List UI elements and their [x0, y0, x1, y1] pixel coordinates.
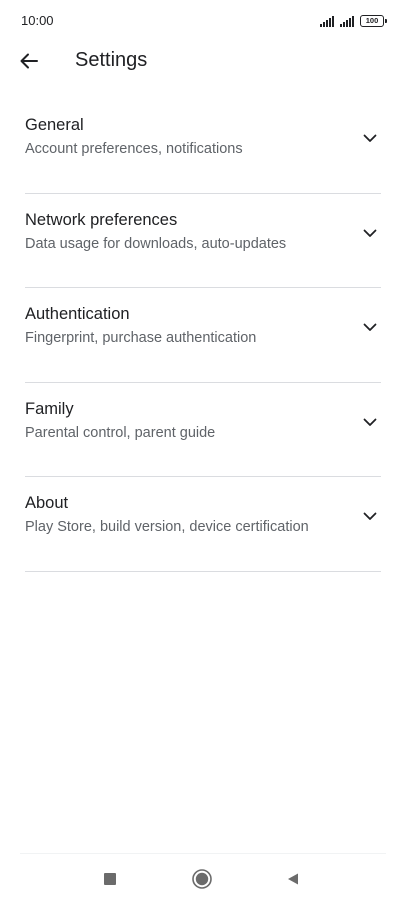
battery-icon: 100 [360, 15, 387, 27]
settings-item-authentication[interactable]: Authentication Fingerprint, purchase aut… [25, 288, 381, 383]
status-bar: 10:00 100 [0, 0, 406, 40]
settings-item-title: Authentication [25, 305, 130, 323]
arrow-left-icon [20, 53, 38, 69]
settings-item-title: Family [25, 399, 74, 418]
page-title: Settings [75, 49, 148, 71]
home-circle-icon [192, 869, 212, 889]
settings-item-subtitle: Account preferences, notifications [25, 141, 243, 157]
settings-list: General Account preferences, notificatio… [25, 99, 381, 572]
back-triangle-icon [288, 873, 298, 885]
status-time: 10:00 [21, 13, 54, 28]
signal-icon [340, 15, 354, 27]
chevron-down-icon[interactable] [361, 318, 379, 336]
settings-item-subtitle: Fingerprint, purchase authentication [25, 330, 257, 346]
home-button[interactable] [191, 868, 213, 890]
settings-item-about[interactable]: About Play Store, build version, device … [25, 477, 381, 572]
back-button[interactable] [14, 46, 44, 76]
settings-item-subtitle: Data usage for downloads, auto-updates [25, 235, 287, 252]
settings-item-family[interactable]: Family Parental control, parent guide [25, 383, 381, 477]
chevron-down-icon[interactable] [361, 507, 379, 525]
settings-item-general[interactable]: General Account preferences, notificatio… [25, 99, 381, 194]
back-nav-button[interactable] [282, 868, 304, 890]
settings-item-subtitle: Play Store, build version, device certif… [25, 519, 309, 535]
chevron-down-icon[interactable] [361, 129, 379, 147]
settings-item-title: Network preferences [25, 210, 178, 229]
recents-button[interactable] [99, 868, 121, 890]
chevron-down-icon[interactable] [361, 224, 379, 242]
settings-item-title: General [25, 116, 84, 134]
status-icons: 100 [320, 13, 387, 27]
signal-icon [320, 15, 334, 27]
app-bar: Settings [0, 40, 406, 82]
settings-item-title: About [25, 494, 69, 512]
settings-item-subtitle: Parental control, parent guide [25, 424, 216, 441]
system-nav-bar [20, 853, 386, 903]
settings-item-network-preferences[interactable]: Network preferences Data usage for downl… [25, 194, 381, 288]
recents-square-icon [104, 873, 116, 885]
chevron-down-icon[interactable] [361, 413, 379, 431]
